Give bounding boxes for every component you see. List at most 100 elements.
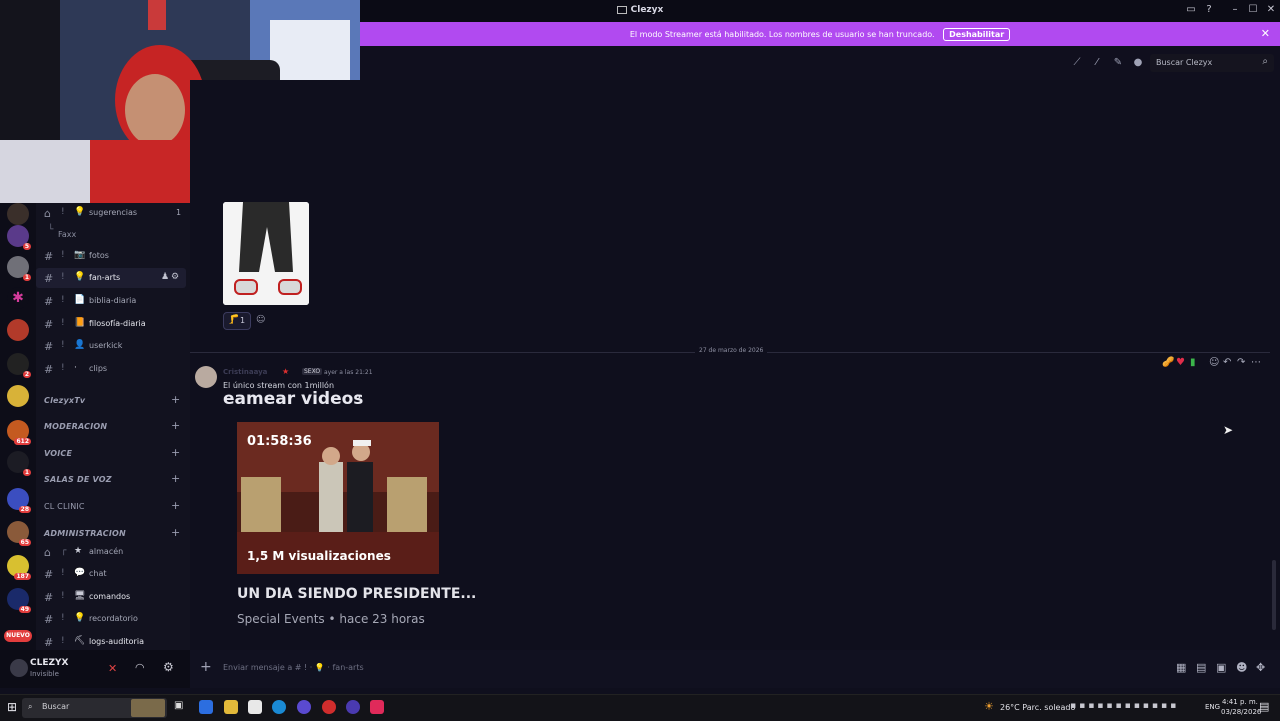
channel-fotos[interactable]: #! 📷 fotos [36, 246, 186, 266]
inbox-icon[interactable]: ▭ [1184, 4, 1198, 15]
channel-filosofia-diaria[interactable]: #! 📙 filosofía-diaria [36, 314, 186, 334]
obs-icon[interactable] [346, 700, 360, 714]
chevron-right-icon[interactable]: › [356, 390, 361, 405]
maximize-button[interactable]: ☐ [1246, 4, 1260, 15]
server-icon[interactable]: 1 [7, 451, 31, 476]
channel-biblia-diaria[interactable]: #! 📄 biblia-diaria [36, 291, 186, 311]
apps-icon[interactable]: ✥ [1256, 661, 1265, 674]
copilot-icon[interactable] [199, 700, 213, 714]
category-moderacion[interactable]: MODERACION [44, 422, 107, 431]
settings-icon[interactable]: ⚙ [163, 660, 174, 674]
server-icon[interactable]: ✱ [7, 287, 29, 309]
image-attachment[interactable] [223, 202, 309, 305]
channel-userkick[interactable]: #! 👤 userkick [36, 336, 186, 356]
heart-reaction-icon[interactable]: ♥ [1176, 357, 1185, 368]
avatar[interactable] [10, 659, 28, 677]
separator: ! [61, 318, 65, 328]
close-button[interactable]: ✕ [1264, 4, 1278, 15]
add-channel-icon[interactable]: + [171, 393, 180, 406]
category-administracion[interactable]: ADMINISTRACION [44, 529, 126, 538]
server-icon[interactable]: 2 [7, 353, 31, 378]
emoji-reaction-icon[interactable]: 🥜 [1162, 357, 1174, 368]
channel-fan-arts[interactable]: #! 💡 fan-arts ♟ ⚙ [36, 268, 186, 288]
gift-icon[interactable]: ▦ [1176, 661, 1186, 674]
new-badge[interactable]: NUEVO [4, 630, 32, 642]
category-voice[interactable]: VOICE [44, 449, 72, 458]
channel-chat[interactable]: #! 💬 chat [36, 564, 186, 584]
channel-logs-auditoria[interactable]: #! ⛏ logs-auditoria [36, 632, 186, 652]
close-banner-icon[interactable]: ✕ [1261, 27, 1270, 40]
clock-date[interactable]: 03/28/2026 [1221, 708, 1261, 716]
minimize-button[interactable]: – [1228, 4, 1242, 15]
disable-streamer-button[interactable]: Deshabilitar [943, 28, 1011, 41]
reply-icon[interactable]: ↶ [1223, 357, 1231, 368]
invite-icon[interactable]: ♟ [161, 272, 169, 282]
task-view-icon[interactable]: ▣ [174, 700, 188, 714]
category-salas-de-voz[interactable]: SALAS DE VOZ [44, 475, 112, 484]
store-icon[interactable] [248, 700, 262, 714]
add-channel-icon[interactable]: + [171, 472, 180, 485]
add-reaction-icon[interactable]: ☺ [1209, 357, 1219, 368]
add-channel-icon[interactable]: + [171, 526, 180, 539]
system-tray-icons[interactable]: ▪▪▪▪▪▪▪▪▪▪▪▪ [1070, 701, 1179, 711]
search-input[interactable]: Buscar Clezyx ⌕ [1150, 54, 1274, 72]
mute-icon[interactable]: ⁄ [1092, 58, 1102, 68]
reaction-pill[interactable]: 🦵 1 [223, 312, 251, 330]
author-name[interactable]: Cristinaaya [223, 368, 267, 376]
gif-icon[interactable]: ▤ [1196, 661, 1206, 674]
channel-recordatorio[interactable]: #! 💡 recordatorio [36, 609, 186, 629]
server-icon[interactable]: 612 [7, 420, 31, 445]
mic-muted-icon[interactable]: ✕ [108, 662, 117, 675]
windows-start-icon[interactable]: ⊞ [7, 700, 17, 714]
add-channel-icon[interactable]: + [171, 499, 180, 512]
channel-comandos[interactable]: #! 🖥 comandos [36, 587, 186, 607]
bottle-reaction-icon[interactable]: ▮ [1190, 357, 1196, 368]
channel-sugerencias[interactable]: ⌂! 💡 sugerencias 1 [36, 203, 186, 223]
author-avatar[interactable] [195, 366, 217, 388]
hash-icon: # [44, 340, 54, 353]
headphones-icon[interactable]: ◠ [135, 661, 145, 674]
message-input[interactable]: Enviar mensaje a # ! · 💡 · fan-arts [223, 663, 364, 672]
emoji-icon[interactable]: ☻ [1236, 661, 1247, 674]
server-icon[interactable]: 28 [7, 488, 31, 513]
scrollbar[interactable] [1272, 560, 1276, 630]
chrome-icon[interactable] [322, 700, 336, 714]
add-attachment-icon[interactable]: + [200, 659, 212, 675]
channel-clips[interactable]: #! · clips [36, 359, 186, 379]
server-icon[interactable]: 1 [7, 256, 31, 281]
server-icon[interactable]: 187 [7, 555, 31, 580]
clock-time[interactable]: 4:41 p. m. [1222, 698, 1258, 706]
more-options-icon[interactable]: ⋯ [1251, 357, 1261, 368]
add-reaction-icon[interactable]: ☺ [256, 315, 265, 325]
file-explorer-icon[interactable] [224, 700, 238, 714]
discord-icon[interactable] [297, 700, 311, 714]
server-icon[interactable]: 49 [7, 588, 31, 613]
channel-almacen[interactable]: ⌂ ┌ ★ almacén [36, 542, 186, 562]
help-icon[interactable]: ? [1202, 4, 1216, 15]
language-indicator[interactable]: ENG [1205, 703, 1220, 711]
server-icon[interactable] [7, 319, 29, 341]
taskbar-search[interactable]: ⌕ Buscar [22, 698, 167, 718]
add-channel-icon[interactable]: + [171, 419, 180, 432]
forward-icon[interactable]: ↷ [1237, 357, 1245, 368]
settings-gear-icon[interactable]: ⚙ [171, 272, 179, 282]
thread-faxx[interactable]: └ Faxx [36, 225, 186, 245]
pin-icon[interactable]: ✎ [1113, 58, 1123, 68]
threads-icon[interactable]: ⟋ [1072, 58, 1082, 68]
tiktok-icon[interactable] [370, 700, 384, 714]
server-icon[interactable]: 65 [7, 521, 31, 546]
server-icon[interactable] [7, 385, 29, 407]
video-duration: 01:58:36 [247, 434, 312, 449]
edge-icon[interactable] [272, 700, 286, 714]
category-clezyxtv[interactable]: ClezyxTv [44, 396, 85, 405]
notifications-icon[interactable]: ▤ [1259, 700, 1269, 713]
video-title[interactable]: UN DIA SIENDO PRESIDENTE... [237, 586, 476, 602]
server-icon[interactable]: 5 [7, 225, 31, 250]
video-thumbnail[interactable]: 01:58:36 1,5 M visualizaciones [237, 422, 439, 574]
sticker-icon[interactable]: ▣ [1216, 661, 1226, 674]
embed-header[interactable]: eamear videos [223, 389, 363, 409]
server-icon[interactable] [7, 203, 29, 225]
members-icon[interactable]: ● [1133, 58, 1143, 68]
category-cl-clinic[interactable]: CL CLINIC [44, 502, 85, 511]
add-channel-icon[interactable]: + [171, 446, 180, 459]
